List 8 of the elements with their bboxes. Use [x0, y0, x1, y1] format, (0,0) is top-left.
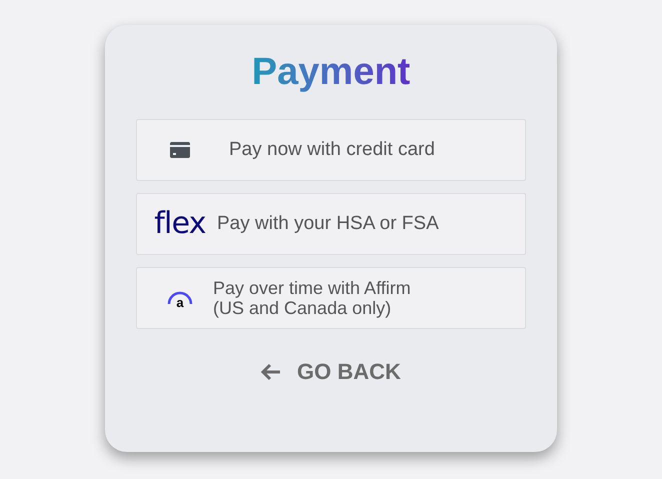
back-arrow-icon [261, 362, 282, 380]
payment-option-button[interactable]: Pay now with credit card [136, 119, 526, 181]
payment-option-button[interactable]: flex Pay with your HSA or FSA [136, 193, 526, 255]
affirm-logo: a [167, 286, 193, 310]
flex-logo: flex [154, 209, 206, 239]
payment-option-button[interactable]: a Pay over time with Affirm (US and Canada only) [136, 267, 526, 329]
go-back-button[interactable]: GO BACK [261, 355, 401, 388]
credit-card-icon [170, 142, 190, 158]
